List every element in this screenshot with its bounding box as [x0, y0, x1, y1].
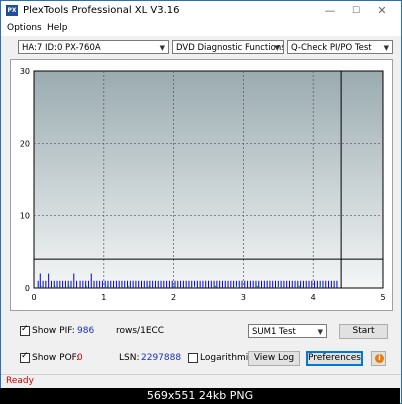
sum-test-value: SUM1 Test — [252, 327, 296, 337]
logarithmic-label: Logarithmic — [200, 353, 254, 363]
show-pif-label: Show PIF: — [32, 326, 75, 336]
chevron-down-icon: ▼ — [383, 44, 389, 52]
chevron-down-icon: ▼ — [274, 44, 280, 52]
chevron-down-icon: ▼ — [317, 328, 323, 336]
menu-help[interactable]: Help — [47, 23, 68, 33]
x-tick-label: 5 — [380, 293, 385, 302]
info-icon: i — [375, 354, 384, 363]
window-title: PlexTools Professional XL V3.16 — [23, 5, 180, 16]
y-tick-label: 10 — [20, 212, 30, 221]
view-log-button[interactable]: View Log — [248, 351, 300, 366]
lsn-label: LSN: — [119, 353, 140, 363]
chevron-down-icon: ▼ — [159, 44, 165, 52]
show-pif-checkbox[interactable] — [20, 324, 30, 336]
chart-panel: 30 20 10 0 0 1 2 3 4 5 — [10, 59, 393, 311]
unit-label: rows/1ECC — [116, 326, 165, 336]
show-pof-label: Show POF: — [32, 353, 80, 363]
preferences-button[interactable]: Preferences — [306, 351, 363, 366]
title-bar: PX PlexTools Professional XL V3.16 — ☐ ✕ — [1, 1, 401, 21]
start-button[interactable]: Start — [339, 324, 388, 339]
sum-test-select[interactable]: SUM1 Test ▼ — [248, 324, 327, 338]
logarithmic-checkbox[interactable] — [188, 353, 198, 363]
pof-value: 0 — [77, 353, 83, 363]
drive-select[interactable]: HA:7 ID:0 PX-760A ▼ — [18, 40, 169, 54]
maximize-button[interactable]: ☐ — [343, 3, 369, 19]
x-tick-label: 1 — [101, 293, 106, 302]
menu-bar: Options Help — [1, 21, 401, 36]
function-select-value: DVD Diagnostic Functions — [176, 43, 284, 53]
app-window: PX PlexTools Professional XL V3.16 — ☐ ✕… — [0, 0, 402, 404]
minimize-button[interactable]: — — [317, 3, 343, 19]
menu-options[interactable]: Options — [7, 23, 42, 33]
pif-value: 986 — [77, 326, 95, 336]
pi-po-chart: 30 20 10 0 0 1 2 3 4 5 — [20, 67, 386, 302]
show-pof-checkbox[interactable] — [20, 351, 30, 363]
test-select-value: Q-Check PI/PO Test — [291, 43, 372, 53]
x-tick-label: 4 — [311, 293, 316, 302]
drive-select-value: HA:7 ID:0 PX-760A — [22, 43, 101, 53]
y-axis-ticks: 30 20 10 0 — [20, 67, 30, 293]
plot-area — [33, 70, 384, 289]
info-button[interactable]: i — [371, 351, 386, 366]
y-tick-label: 30 — [20, 67, 30, 76]
y-tick-label: 20 — [20, 139, 30, 148]
image-info-caption: 569x551 24kb PNG — [0, 388, 400, 404]
lsn-value: 2297888 — [141, 353, 182, 363]
x-tick-label: 3 — [241, 293, 246, 302]
test-select[interactable]: Q-Check PI/PO Test ▼ — [287, 40, 393, 54]
function-select[interactable]: DVD Diagnostic Functions ▼ — [172, 40, 284, 54]
status-text: Ready — [6, 376, 34, 386]
close-button[interactable]: ✕ — [369, 3, 395, 19]
app-logo-icon: PX — [6, 5, 18, 16]
y-tick-label: 0 — [25, 284, 30, 293]
x-axis-ticks: 0 1 2 3 4 5 — [31, 293, 385, 302]
x-tick-label: 0 — [31, 293, 36, 302]
x-tick-label: 2 — [171, 293, 176, 302]
